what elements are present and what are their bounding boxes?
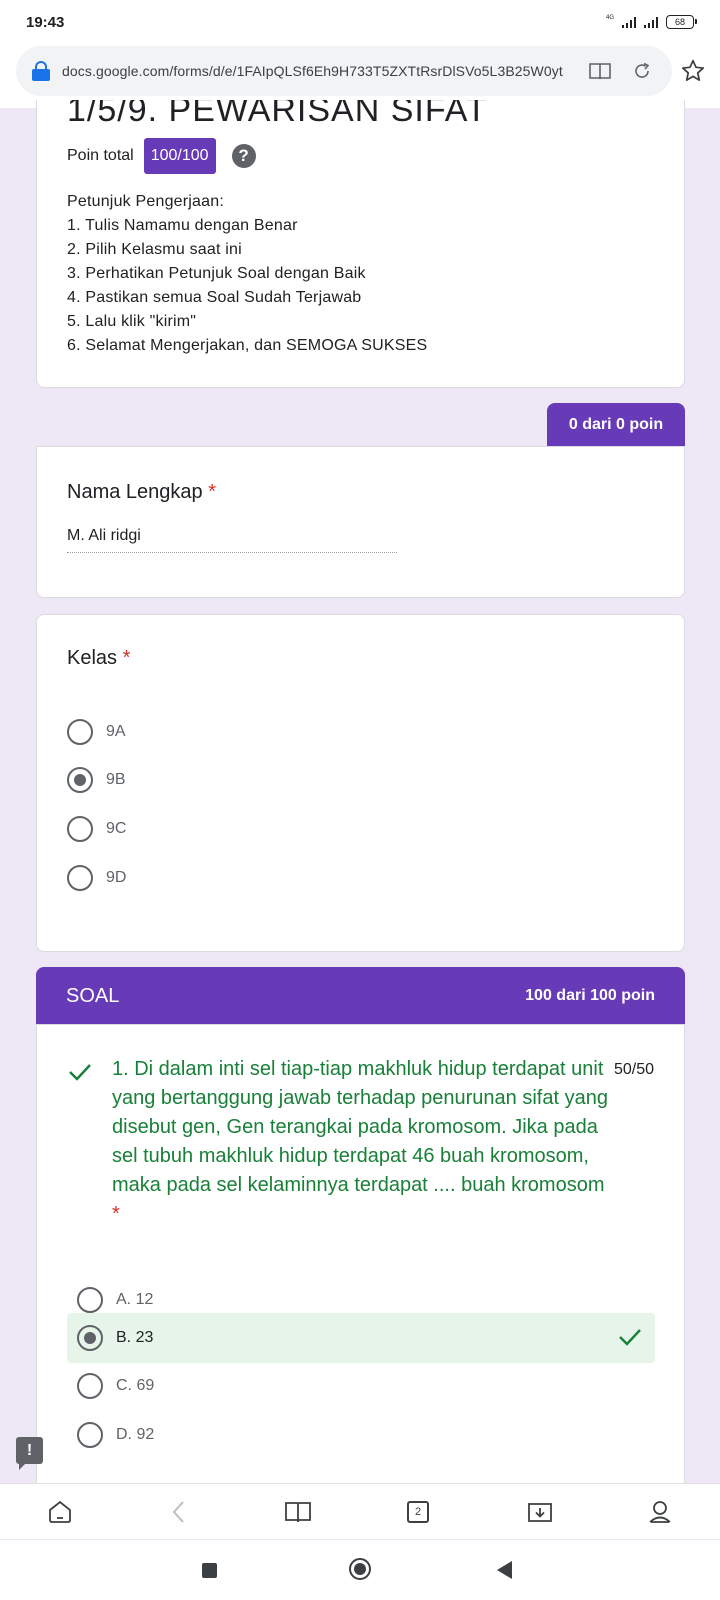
downloads-icon[interactable] [526,1498,554,1526]
form-title: 1/5/9. PEWARISAN SIFAT [67,100,488,128]
url-bar[interactable]: docs.google.com/forms/d/e/1FAIpQLSf6Eh9H… [16,46,672,96]
network-label: 4G [605,15,614,21]
class-question-card: Kelas * 9A 9B 9C 9D [36,614,685,952]
option-label: 9D [106,869,127,886]
system-nav-bar [0,1540,720,1600]
tab-count: 2 [407,1501,429,1523]
instruction-line: 5. Lalu klik "kirim" [67,313,197,330]
points-badge: 100/100 [143,138,216,174]
lock-icon[interactable] [32,61,50,81]
tabs-icon[interactable]: 2 [404,1498,432,1526]
question-title: Nama Lengkap * [67,481,216,504]
section-title: SOAL [66,984,120,1007]
answer-underline [67,552,397,553]
instructions: Petunjuk Pengerjaan: 1. Tulis Namamu den… [67,190,427,358]
radio-option-9d[interactable]: 9D [67,865,126,891]
signal-icon-2 [644,16,658,28]
name-answer: M. Ali ridgi [67,527,141,544]
radio-option-9b[interactable]: 9B [67,767,126,793]
form-header-card: 1/5/9. PEWARISAN SIFAT Poin total 100/10… [36,100,685,388]
instruction-line: Petunjuk Pengerjaan: [67,193,224,210]
option-label: 9A [106,723,126,740]
points-label: Poin total [67,147,134,164]
section-points: 100 dari 100 poin [525,987,655,1004]
instruction-line: 6. Selamat Mengerjakan, dan SEMOGA SUKSE… [67,337,428,354]
radio-button[interactable] [77,1287,103,1313]
radio-button[interactable] [67,719,93,745]
section-score-tag: 0 dari 0 poin [547,403,685,447]
home-icon[interactable] [46,1498,74,1526]
radio-button-selected[interactable] [67,767,93,793]
radio-button[interactable] [77,1373,103,1399]
back-button-icon[interactable] [497,1561,512,1579]
instruction-line: 2. Pilih Kelasmu saat ini [67,241,242,258]
back-icon[interactable] [165,1498,193,1526]
option-b-correct[interactable]: B. 23 [67,1313,655,1363]
star-icon[interactable] [678,56,708,86]
option-label: 9C [106,820,127,837]
section-header: SOAL 100 dari 100 poin [36,967,685,1025]
status-icons: 4G 68 [605,15,697,29]
status-bar: 19:43 4G 68 [0,0,720,44]
battery-level: 68 [674,17,685,27]
recent-apps-icon[interactable] [202,1563,217,1578]
browser-bottom-nav: 2 [0,1483,720,1539]
option-c[interactable]: C. 69 [67,1361,655,1411]
radio-option-9a[interactable]: 9A [67,719,126,745]
help-icon[interactable]: ? [231,144,256,168]
browser-toolbar: docs.google.com/forms/d/e/1FAIpQLSf6Eh9H… [0,44,720,108]
instruction-line: 1. Tulis Namamu dengan Benar [67,217,298,234]
name-question-label: Nama Lengkap [67,481,203,503]
required-asterisk: * [112,1203,120,1225]
question-body: 1. Di dalam inti sel tiap-tiap makhluk h… [112,1058,608,1196]
radio-button[interactable] [67,816,93,842]
class-question-label: Kelas [67,647,118,669]
radio-button[interactable] [77,1422,103,1448]
radio-button-selected[interactable] [77,1325,103,1351]
feedback-icon[interactable]: ! [16,1437,43,1470]
option-label: 9B [106,771,126,788]
home-button-icon[interactable] [349,1558,371,1580]
radio-option-9c[interactable]: 9C [67,816,126,842]
option-label: A. 12 [116,1291,154,1308]
battery-icon: 68 [666,15,697,29]
instruction-line: 3. Perhatikan Petunjuk Soal dengan Baik [67,265,366,282]
url-text[interactable]: docs.google.com/forms/d/e/1FAIpQLSf6Eh9H… [62,63,576,79]
correct-check-icon [617,1326,643,1353]
question-card: 1. Di dalam inti sel tiap-tiap makhluk h… [36,1024,685,1484]
name-question-card: Nama Lengkap * M. Ali ridgi [36,446,685,598]
reload-icon[interactable] [624,53,660,89]
bookmarks-icon[interactable] [284,1498,312,1526]
question-text: 1. Di dalam inti sel tiap-tiap makhluk h… [112,1055,612,1229]
status-time: 19:43 [26,13,65,31]
option-label: D. 92 [116,1426,155,1443]
question-title: Kelas * [67,647,130,670]
option-label: C. 69 [116,1377,155,1394]
instruction-line: 4. Pastikan semua Soal Sudah Terjawab [67,289,362,306]
option-label: B. 23 [116,1329,154,1346]
correct-check-icon [67,1061,93,1088]
radio-button[interactable] [67,865,93,891]
required-asterisk: * [208,481,217,503]
required-asterisk: * [122,647,131,669]
reader-mode-icon[interactable] [582,53,618,89]
signal-icon [622,16,636,28]
profile-icon[interactable] [646,1498,674,1526]
total-points: Poin total 100/100 ? [67,138,256,174]
option-d[interactable]: D. 92 [67,1410,655,1460]
question-score: 50/50 [613,1061,654,1078]
